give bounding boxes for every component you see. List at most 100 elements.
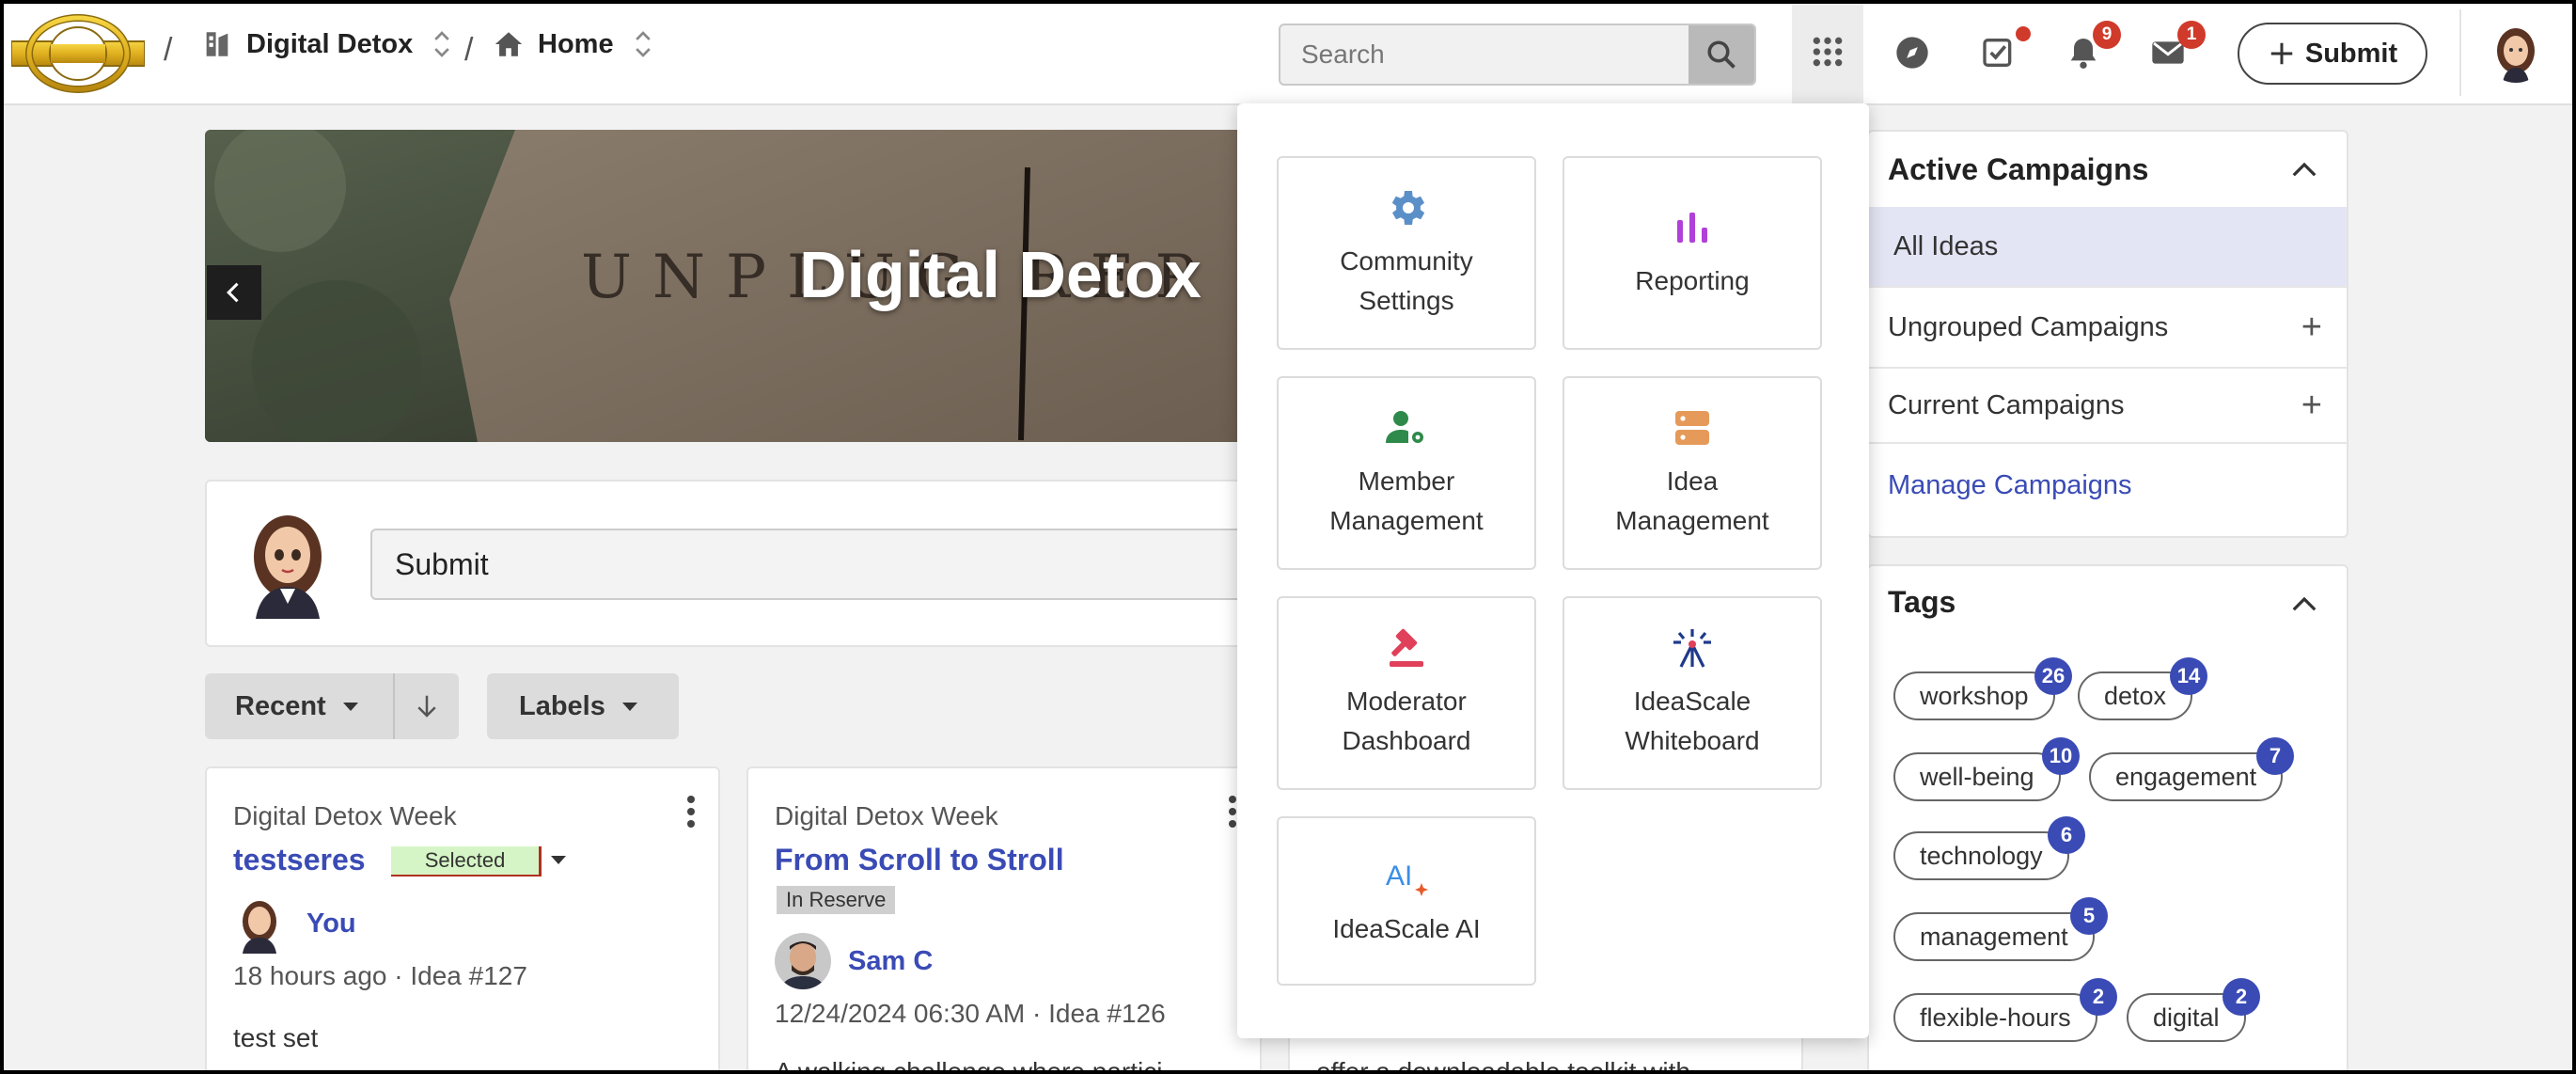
tag-management[interactable]: management <box>1893 912 2095 961</box>
tag-count-badge: 26 <box>2034 657 2072 695</box>
messages-button[interactable]: 1 <box>2132 19 2206 87</box>
campaign-item-label: Ungrouped Campaigns <box>1888 311 2169 342</box>
plus-icon <box>2270 42 2293 65</box>
submit-idea-button[interactable]: Submit <box>2238 23 2427 85</box>
app-tile-idea-management[interactable]: Idea Management <box>1563 376 1822 570</box>
author-avatar <box>235 897 284 954</box>
apps-dropdown-menu: Community Settings Reporting Member Mana… <box>1237 103 1869 1038</box>
labels-dropdown[interactable]: Labels <box>487 673 679 739</box>
carousel-previous-button[interactable] <box>207 265 261 320</box>
tag-count-badge: 6 <box>2048 816 2085 854</box>
tag-label: well-being <box>1920 762 2034 791</box>
member-settings-icon <box>1386 411 1423 443</box>
idea-more-options-icon[interactable] <box>686 796 696 828</box>
tag-label: management <box>1920 922 2068 951</box>
top-navigation-bar: / Digital Detox / Home 9 1 Submit <box>0 0 2576 105</box>
idea-title-link[interactable]: From Scroll to Stroll <box>775 843 1064 877</box>
tag-count-badge: 2 <box>2080 978 2117 1016</box>
expand-plus-icon[interactable]: + <box>2301 308 2322 348</box>
checkbox-tasks-icon <box>1983 39 2012 67</box>
quick-submit-input[interactable] <box>370 529 1254 600</box>
banner-title: Digital Detox <box>799 238 1202 311</box>
user-avatar-image <box>2486 23 2546 83</box>
caret-down-icon <box>621 702 637 711</box>
app-tile-ideascale-ai[interactable]: AI IdeaScale AI <box>1277 816 1536 986</box>
sort-direction-button[interactable] <box>395 673 459 739</box>
breadcrumb-separator: / <box>464 32 474 68</box>
ai-sparkle-icon: AI <box>1386 861 1428 896</box>
app-tile-member-management[interactable]: Member Management <box>1277 376 1536 570</box>
app-tile-moderator-dashboard[interactable]: Moderator Dashboard <box>1277 596 1536 790</box>
tag-technology[interactable]: technology <box>1893 831 2069 880</box>
notifications-button[interactable]: 9 <box>2048 19 2121 87</box>
chevron-up-icon[interactable] <box>2290 594 2318 613</box>
app-tile-label: Moderator Dashboard <box>1342 687 1471 755</box>
explore-button[interactable] <box>1877 19 1948 87</box>
whiteboard-icon <box>1673 629 1711 668</box>
active-campaigns-heading: Active Campaigns <box>1888 152 2149 186</box>
tag-label: engagement <box>2115 762 2257 791</box>
submitter-avatar-image <box>254 515 322 619</box>
chevron-up-icon[interactable] <box>2290 160 2318 179</box>
app-tile-community-settings[interactable]: Community Settings <box>1277 156 1536 350</box>
tag-flexible-hours[interactable]: flexible-hours <box>1893 993 2097 1042</box>
idea-author-link[interactable]: You <box>306 908 356 940</box>
tag-label: technology <box>1920 841 2043 870</box>
apps-menu-button[interactable] <box>1792 0 1863 103</box>
search-input[interactable] <box>1280 25 1690 84</box>
tag-count-badge: 14 <box>2170 657 2207 695</box>
idea-server-icon <box>1675 411 1709 445</box>
chevron-left-icon <box>227 282 239 303</box>
campaign-item-all-ideas[interactable]: All Ideas <box>1869 207 2347 288</box>
app-tile-reporting[interactable]: Reporting <box>1563 156 1822 350</box>
app-tile-label: IdeaScale AI <box>1332 914 1481 943</box>
idea-excerpt: A walking challenge where partici <box>775 1057 1163 1074</box>
tag-workshop[interactable]: workshop <box>1893 671 2055 720</box>
app-tile-label: Member Management <box>1329 466 1484 535</box>
labels-dropdown-label: Labels <box>519 690 605 721</box>
app-tile-label: IdeaScale Whiteboard <box>1625 687 1760 755</box>
tag-count-badge: 10 <box>2042 737 2080 775</box>
idea-more-options-icon[interactable] <box>1228 796 1237 828</box>
tags-heading: Tags <box>1888 585 1956 619</box>
breadcrumb-home[interactable]: Home <box>493 28 659 60</box>
manage-campaigns-link[interactable]: Manage Campaigns <box>1888 470 2132 501</box>
grid-apps-icon <box>1813 37 1843 67</box>
status-badge[interactable]: Selected <box>391 846 542 877</box>
submitter-avatar <box>243 508 333 619</box>
tasks-button[interactable] <box>1963 19 2034 87</box>
gear-icon <box>1391 191 1425 225</box>
author-avatar <box>775 933 831 989</box>
idea-author-link[interactable]: Sam C <box>848 946 933 977</box>
app-tile-ideascale-whiteboard[interactable]: IdeaScale Whiteboard <box>1563 596 1822 790</box>
campaign-item-current[interactable]: Current Campaigns + <box>1869 369 2347 444</box>
idea-title-link[interactable]: testseres <box>233 843 366 877</box>
idea-meta: 18 hours ago · Idea #127 <box>233 961 527 990</box>
logo-icon <box>10 14 146 93</box>
search-button[interactable] <box>1689 25 1754 84</box>
updown-chevron-icon[interactable] <box>627 28 659 60</box>
breadcrumb-home-label: Home <box>538 28 614 59</box>
expand-plus-icon[interactable]: + <box>2301 386 2322 426</box>
breadcrumb-separator: / <box>164 32 173 68</box>
breadcrumb-community-label: Digital Detox <box>246 28 414 59</box>
arrow-down-icon <box>417 695 436 718</box>
tag-well-being[interactable]: well-being <box>1893 752 2061 801</box>
status-badge: In Reserve <box>777 886 896 914</box>
campaign-item-label: Current Campaigns <box>1888 389 2125 420</box>
site-logo[interactable] <box>10 13 146 94</box>
tag-label: flexible-hours <box>1920 1003 2071 1032</box>
messages-badge: 1 <box>2177 21 2206 49</box>
app-tile-label: Idea Management <box>1615 466 1769 535</box>
submit-idea-label: Submit <box>2304 38 2398 69</box>
tag-engagement[interactable]: engagement <box>2089 752 2284 801</box>
breadcrumb-community[interactable]: Digital Detox <box>201 28 458 60</box>
updown-chevron-icon[interactable] <box>426 28 458 60</box>
user-avatar[interactable] <box>2486 23 2546 83</box>
app-tile-label: Community Settings <box>1340 246 1473 315</box>
idea-excerpt: test set <box>233 1023 319 1052</box>
gavel-icon <box>1390 628 1423 667</box>
campaign-item-ungrouped[interactable]: Ungrouped Campaigns + <box>1869 288 2347 369</box>
status-caret-down-icon[interactable] <box>551 856 566 864</box>
notifications-badge: 9 <box>2093 21 2121 49</box>
